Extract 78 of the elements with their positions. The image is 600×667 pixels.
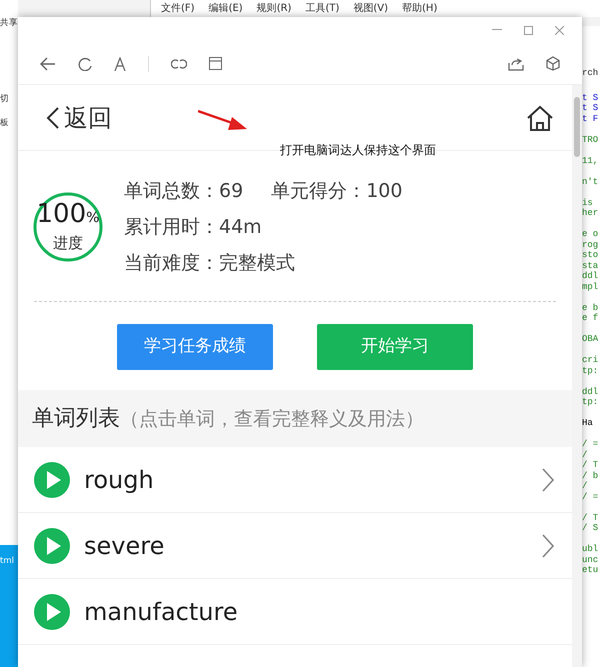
back-arrow-icon[interactable]: [40, 56, 56, 70]
code-line: etu: [582, 565, 600, 576]
list-title: 单词列表: [32, 406, 120, 431]
word-text: severe: [84, 530, 166, 562]
code-line: sta: [582, 260, 600, 271]
code-line: tp:: [582, 366, 600, 376]
code-line: t S: [582, 103, 600, 114]
list-hint: （点击单词，查看完整释义及用法）: [120, 408, 424, 430]
close-icon[interactable]: [555, 26, 564, 34]
annotation-text: 打开电脑词达人保持这个界面: [280, 142, 436, 159]
chevron-icon[interactable]: [542, 534, 554, 558]
code-line: n't: [582, 176, 600, 187]
code-line: OBA: [582, 334, 600, 344]
code-line: ddl: [582, 386, 600, 397]
code-line: mpl: [582, 282, 600, 292]
word-row[interactable]: severe: [18, 513, 572, 579]
code-line: her: [582, 208, 600, 218]
menu-item[interactable]: 工具(T): [305, 2, 340, 17]
word-row[interactable]: rough: [18, 447, 572, 513]
back-link[interactable]: 返回: [46, 100, 112, 136]
annotation-arrow: [198, 109, 248, 131]
background-text: rch: [582, 68, 600, 78]
minimize-icon[interactable]: [492, 29, 502, 31]
stat-text: 当前难度：完整模式: [124, 251, 295, 276]
progress-label: 进度: [53, 232, 83, 254]
code-line: is: [582, 198, 594, 208]
progress-percent: 100%: [36, 200, 100, 231]
code-line: /: [582, 450, 588, 460]
home-icon[interactable]: [526, 104, 554, 132]
chevron-left-icon: [46, 106, 60, 130]
code-line: ubl: [582, 544, 600, 554]
stat-text: 单元得分：100: [271, 179, 402, 204]
code-line: / =: [582, 439, 600, 450]
menu-item[interactable]: 编辑(E): [208, 2, 243, 17]
code-line: tp:: [582, 397, 600, 408]
maximize-icon[interactable]: [524, 26, 533, 34]
play-icon[interactable]: [34, 594, 70, 630]
menu-item[interactable]: 帮助(H): [402, 2, 438, 17]
code-line: 11,: [582, 156, 600, 166]
link-icon[interactable]: [171, 58, 187, 70]
chevron-icon[interactable]: [542, 468, 554, 492]
code-line: t S: [582, 92, 600, 103]
code-line: unc: [582, 554, 600, 565]
play-icon[interactable]: [34, 462, 70, 498]
code-line: e f: [582, 313, 600, 324]
word-text: manufacture: [84, 596, 239, 628]
code-line: / b: [582, 470, 600, 481]
code-line: sto: [582, 250, 600, 260]
code-line: / T: [582, 512, 600, 523]
code-line: Ha: [582, 418, 594, 428]
background-text: tml: [0, 556, 14, 566]
code-line: / T: [582, 460, 600, 470]
cube-icon[interactable]: [546, 56, 560, 71]
code-line: rog: [582, 240, 600, 250]
code-line: e o: [582, 229, 600, 240]
code-line: ddl: [582, 271, 600, 282]
code-line: e b: [582, 302, 600, 313]
code-line: TRO: [582, 134, 600, 145]
refresh-icon[interactable]: [78, 56, 92, 70]
code-line: / S: [582, 523, 600, 534]
background-text: 板: [0, 118, 9, 128]
code-line: cri: [582, 355, 600, 366]
font-icon[interactable]: [114, 56, 126, 70]
background-text: 切: [0, 94, 9, 104]
play-icon[interactable]: [34, 528, 70, 564]
word-row[interactable]: manufacture: [18, 579, 572, 645]
menu-item[interactable]: 规则(R): [256, 2, 292, 17]
stat-text: 累计用时：44m: [124, 215, 262, 240]
code-line: / =: [582, 492, 600, 502]
menu-item[interactable]: 视图(V): [353, 2, 388, 17]
code-line: t F: [582, 114, 600, 124]
window-icon[interactable]: [209, 57, 222, 70]
stat-text: 单词总数：69: [124, 179, 244, 204]
word-text: rough: [84, 464, 155, 496]
menu-item[interactable]: 文件(F): [161, 2, 195, 17]
background-text: 共享: [0, 18, 18, 28]
share-icon[interactable]: [508, 56, 524, 70]
code-line: /: [582, 481, 588, 492]
